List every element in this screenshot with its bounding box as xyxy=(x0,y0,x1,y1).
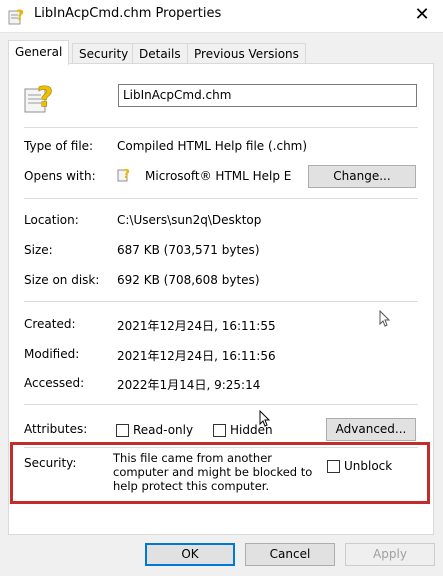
separator xyxy=(24,198,418,199)
title-bar: ? LibInAcpCmd.chm Properties ✕ xyxy=(0,0,443,33)
attributes-label: Attributes: xyxy=(24,422,88,436)
modified-value: 2021年12月24日, 16:11:56 xyxy=(117,349,276,363)
ok-button[interactable]: OK xyxy=(145,543,235,566)
svg-text:?: ? xyxy=(16,8,24,24)
cancel-button[interactable]: Cancel xyxy=(245,543,335,566)
svg-text:?: ? xyxy=(123,167,130,181)
help-file-icon: ? xyxy=(8,7,26,25)
mouse-cursor-icon xyxy=(379,309,391,331)
mouse-cursor-icon xyxy=(259,409,271,431)
location-label: Location: xyxy=(24,213,79,227)
help-file-icon: ? xyxy=(23,80,57,117)
tab-security[interactable]: Security xyxy=(72,43,136,64)
created-value: 2021年12月24日, 16:11:55 xyxy=(117,319,276,333)
opens-with-value: Microsoft® HTML Help E xyxy=(145,169,292,183)
tab-previous-versions[interactable]: Previous Versions xyxy=(187,43,306,64)
size-on-disk-label: Size on disk: xyxy=(24,273,100,287)
location-value: C:\Users\sun2q\Desktop xyxy=(117,213,262,227)
separator xyxy=(24,127,418,128)
filename-field[interactable]: LibInAcpCmd.chm xyxy=(118,84,417,107)
apply-button[interactable]: Apply xyxy=(345,543,435,566)
hidden-checkbox[interactable] xyxy=(213,424,226,437)
advanced-button[interactable]: Advanced... xyxy=(326,418,416,441)
type-of-file-label: Type of file: xyxy=(24,139,94,153)
tab-general[interactable]: General xyxy=(8,40,70,65)
security-highlight-box xyxy=(10,442,430,504)
created-label: Created: xyxy=(24,317,76,331)
accessed-value: 2022年1月14日, 9:25:14 xyxy=(117,378,261,392)
size-value: 687 KB (703,571 bytes) xyxy=(117,243,260,257)
html-help-icon: ? xyxy=(117,166,133,185)
modified-label: Modified: xyxy=(24,347,80,361)
size-on-disk-value: 692 KB (708,608 bytes) xyxy=(117,273,260,287)
svg-text:?: ? xyxy=(37,80,53,113)
close-icon[interactable]: ✕ xyxy=(409,3,435,27)
separator xyxy=(24,404,418,405)
change-button[interactable]: Change... xyxy=(308,165,416,188)
size-label: Size: xyxy=(24,243,53,257)
window-title: LibInAcpCmd.chm Properties xyxy=(34,6,222,21)
separator xyxy=(24,301,418,302)
accessed-label: Accessed: xyxy=(24,376,85,390)
readonly-label: Read-only xyxy=(133,423,194,437)
type-of-file-value: Compiled HTML Help file (.chm) xyxy=(117,139,308,153)
readonly-checkbox[interactable] xyxy=(116,424,129,437)
opens-with-label: Opens with: xyxy=(24,169,96,183)
tab-details[interactable]: Details xyxy=(132,43,188,64)
tab-strip: General Security Details Previous Versio… xyxy=(8,40,438,65)
